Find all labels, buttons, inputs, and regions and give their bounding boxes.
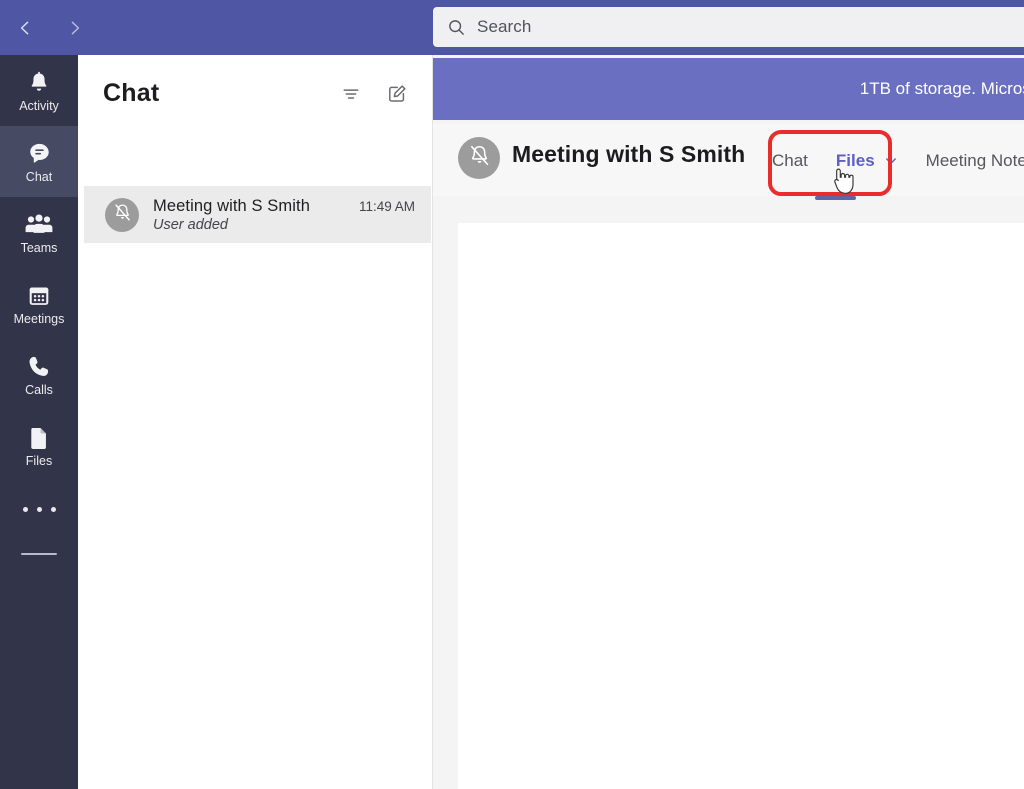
forward-button[interactable]: [58, 11, 92, 45]
tab-meeting-notes[interactable]: Meeting Notes: [912, 144, 1024, 178]
sidebar-item-label: Activity: [19, 99, 59, 113]
tab-label: Meeting Notes: [925, 151, 1024, 170]
conversation-tabs: Chat Files Meeting Notes: [758, 144, 1024, 178]
chevron-down-icon[interactable]: [884, 154, 898, 168]
sidebar-item-label: Teams: [20, 241, 58, 255]
conversation-title: Meeting with S Smith: [512, 141, 746, 167]
sidebar-more-apps-button[interactable]: [0, 481, 78, 537]
chat-item-name: Meeting with S Smith: [153, 196, 310, 215]
chat-pane-header: Chat: [78, 55, 432, 133]
bell-muted-icon: [112, 202, 133, 228]
main-content: 1TB of storage. Microsoft 365 s Meeting …: [433, 55, 1024, 789]
sidebar-item-calls[interactable]: Calls: [0, 339, 78, 410]
sidebar-item-label: Meetings: [13, 312, 65, 326]
active-tab-underline: [815, 196, 856, 200]
page-title: Chat: [103, 79, 160, 107]
tab-files[interactable]: Files: [822, 144, 912, 178]
sidebar-item-meetings[interactable]: Meetings: [0, 268, 78, 339]
phone-icon: [26, 352, 52, 380]
calendar-icon: [26, 281, 52, 309]
rail-divider: [21, 553, 57, 555]
compose-new-chat-icon: [386, 83, 408, 110]
search-input[interactable]: Search: [433, 7, 1024, 47]
list-item-content: Meeting with S Smith 11:49 AM User added: [153, 197, 431, 233]
search-placeholder-text: Search: [477, 17, 532, 36]
new-chat-button[interactable]: [384, 83, 410, 109]
tab-chat[interactable]: Chat: [758, 144, 822, 178]
chat-item-preview: User added: [153, 216, 228, 233]
conversation-avatar: [458, 137, 500, 179]
chevron-right-icon: [65, 18, 85, 38]
banner-text: 1TB of storage. Microsoft 365 s: [859, 79, 1024, 98]
search-icon: [447, 18, 466, 37]
tab-label: Files: [835, 151, 875, 170]
title-bar: Search: [0, 0, 1024, 55]
navigation-buttons: [8, 0, 92, 55]
sidebar-item-files[interactable]: Files: [0, 410, 78, 481]
storage-promo-banner[interactable]: 1TB of storage. Microsoft 365 s: [433, 58, 1024, 120]
chat-pane-actions: [338, 83, 410, 109]
back-button[interactable]: [8, 11, 42, 45]
sidebar-item-label: Files: [25, 454, 53, 468]
chat-item-time: 11:49 AM: [358, 198, 415, 214]
sidebar-item-teams[interactable]: Teams: [0, 197, 78, 268]
bell-icon: [26, 68, 52, 96]
app-rail: Activity Chat Teams Meetings Calls Files: [0, 55, 78, 789]
files-content-panel: [458, 223, 1024, 789]
filter-icon: [340, 83, 362, 110]
list-item[interactable]: Meeting with S Smith 11:49 AM User added: [84, 186, 431, 243]
avatar: [105, 197, 139, 232]
sidebar-item-activity[interactable]: Activity: [0, 55, 78, 126]
file-icon: [26, 423, 52, 451]
ellipsis-icon: [22, 506, 56, 512]
chat-list-pane: Chat: [78, 55, 433, 789]
chat-bubble-icon: [26, 139, 53, 167]
people-icon: [24, 210, 54, 238]
teams-app-window: Search Activity Chat Teams Meetings Call…: [0, 0, 1024, 789]
filter-button[interactable]: [338, 83, 364, 109]
conversation-header: Meeting with S Smith Chat Files Meeting …: [433, 124, 1024, 196]
tab-label: Chat: [772, 151, 808, 170]
sidebar-item-label: Calls: [25, 383, 53, 397]
chevron-left-icon: [15, 18, 35, 38]
sidebar-item-chat[interactable]: Chat: [0, 126, 78, 197]
sidebar-item-label: Chat: [25, 170, 53, 184]
bell-muted-icon: [467, 143, 492, 173]
